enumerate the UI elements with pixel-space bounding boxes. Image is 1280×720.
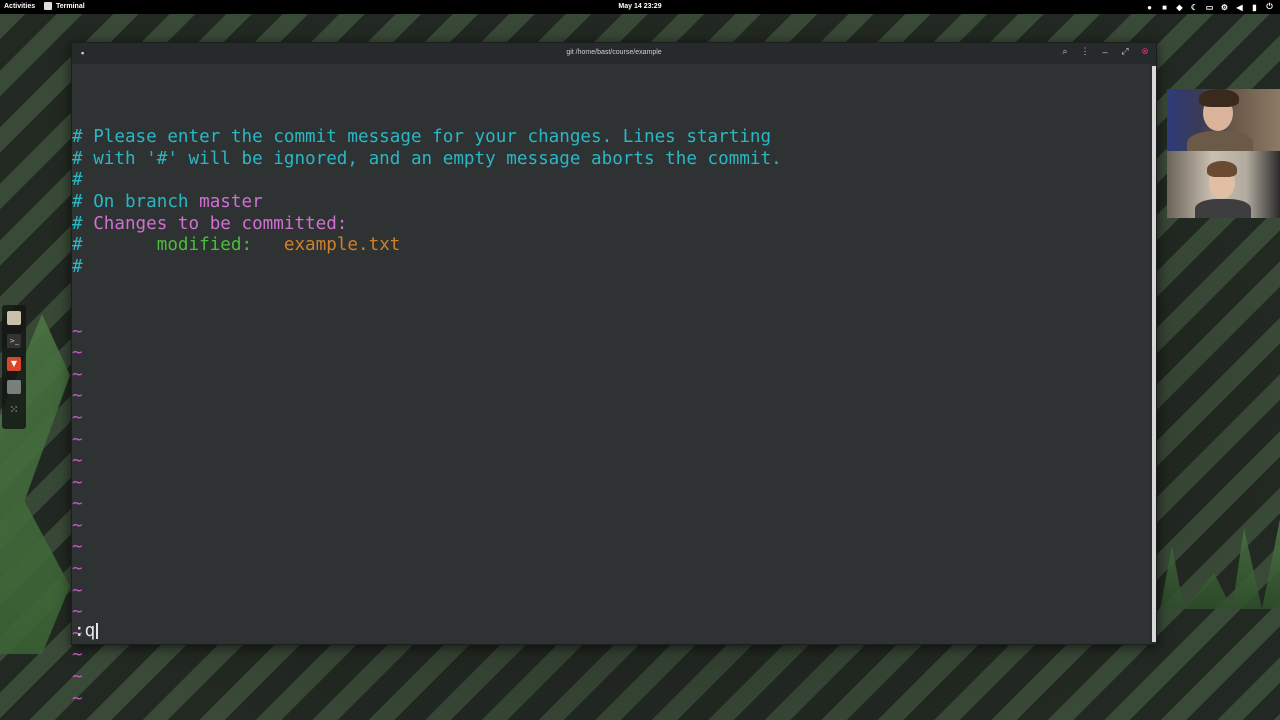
terminal-app-icon (44, 2, 52, 10)
dropbox-icon[interactable]: ◆ (1175, 3, 1184, 12)
line-segment: Changes to be committed: (93, 213, 348, 234)
files-icon[interactable] (7, 311, 21, 325)
battery-icon[interactable]: ▮ (1250, 3, 1259, 12)
trash-icon[interactable] (7, 380, 21, 394)
empty-line-marker: ~ (72, 321, 83, 342)
vim-command-text: :q (74, 621, 96, 642)
empty-line-marker: ~ (72, 343, 83, 364)
line-segment: # (72, 127, 94, 148)
app-menu-label: Terminal (56, 2, 85, 10)
empty-line-marker: ~ (72, 667, 83, 688)
location-icon[interactable]: ● (1145, 3, 1154, 12)
empty-line-marker: ~ (72, 537, 83, 558)
maximize-icon[interactable]: ⤢ (1120, 46, 1130, 57)
scrollbar-thumb[interactable] (1152, 66, 1156, 642)
line-segment: master (199, 191, 263, 212)
empty-line-marker: ~ (72, 580, 83, 601)
terminal-window[interactable]: ▪ git /home/bast/course/example ⌕ ⋮ – ⤢ … (71, 42, 1157, 709)
empty-line-marker: ~ (72, 472, 83, 493)
line-segment: modified: (156, 235, 253, 256)
brave-browser-icon[interactable]: ▼ (7, 357, 21, 371)
line-segment: # (72, 170, 83, 191)
clock[interactable]: May 14 23:29 (618, 3, 661, 10)
empty-line-marker: ~ (72, 386, 83, 407)
commit-template-line[interactable]: # with '#' will be ignored, and an empty… (72, 149, 1150, 171)
empty-buffer-lines: ~ ~ ~ ~ ~ ~ ~ ~ ~ ~ ~ ~ ~ ~ ~ ~ ~ ~ (72, 322, 1150, 711)
window-title: git /home/bast/course/example (566, 49, 662, 56)
empty-line-marker: ~ (72, 602, 83, 623)
line-segment: # (72, 213, 94, 234)
line-segment: Please enter the commit message for your… (93, 127, 772, 148)
webcam-overlay (1167, 89, 1280, 218)
empty-line-marker: ~ (72, 494, 83, 515)
settings-icon[interactable]: ⚙ (1220, 3, 1229, 12)
app-indicator-icon[interactable]: ■ (1160, 3, 1169, 12)
line-segment: On branch (93, 191, 200, 212)
line-segment: # (72, 148, 94, 169)
empty-line-marker: ~ (72, 451, 83, 472)
commit-template-line[interactable]: # Please enter the commit message for yo… (72, 127, 1150, 149)
volume-icon[interactable]: ◀ (1235, 3, 1244, 12)
webcam-feed-presenter-1 (1167, 89, 1280, 151)
night-light-icon[interactable]: ☾ (1190, 3, 1199, 12)
commit-message-buffer[interactable]: # Please enter the commit message for yo… (72, 127, 1150, 278)
minimize-icon[interactable]: – (1100, 47, 1110, 57)
terminal-icon[interactable]: >_ (7, 334, 21, 348)
power-icon[interactable]: ⏻ (1265, 2, 1274, 12)
search-icon[interactable]: ⌕ (1060, 46, 1070, 57)
line-segment: with '#' will be ignored, and an empty m… (93, 148, 782, 169)
empty-line-marker: ~ (72, 515, 83, 536)
top-bar: Activities Terminal May 14 23:29 ● ■ ◆ ☾… (0, 0, 1280, 14)
empty-line-marker: ~ (72, 559, 83, 580)
commit-template-line[interactable]: # On branch master (72, 192, 1150, 214)
webcam-feed-presenter-2 (1167, 151, 1280, 218)
line-segment: # (72, 191, 94, 212)
menu-kebab-icon[interactable]: ⋮ (1080, 46, 1090, 57)
text-cursor (96, 623, 99, 640)
empty-line-marker: ~ (72, 688, 83, 709)
close-icon[interactable]: ⊗ (1140, 46, 1150, 57)
line-segment: # (72, 235, 157, 256)
empty-line-marker: ~ (72, 429, 83, 450)
commit-template-line[interactable]: # (72, 170, 1150, 192)
commit-template-line[interactable]: # (72, 257, 1150, 279)
window-titlebar[interactable]: ▪ git /home/bast/course/example ⌕ ⋮ – ⤢ … (72, 43, 1156, 64)
empty-line-marker: ~ (72, 364, 83, 385)
app-menu[interactable]: Terminal (44, 2, 85, 10)
activities-button[interactable]: Activities (4, 3, 35, 10)
commit-template-line[interactable]: # modified: example.txt (72, 235, 1150, 257)
line-segment (252, 235, 284, 255)
empty-line-marker: ~ (72, 623, 83, 644)
dock: >_ ▼ ⁙ (2, 305, 26, 429)
vim-command-line[interactable]: :q (74, 621, 99, 643)
system-tray[interactable]: ● ■ ◆ ☾ ▭ ⚙ ◀ ▮ ⏻ (1145, 2, 1274, 12)
show-apps-grid-icon[interactable]: ⁙ (7, 403, 21, 417)
commit-template-line[interactable]: # Changes to be committed: (72, 214, 1150, 236)
empty-line-marker: ~ (72, 645, 83, 666)
vim-editor[interactable]: # Please enter the commit message for yo… (72, 64, 1150, 708)
wallpaper-decoration-right (1160, 519, 1280, 609)
line-segment: example.txt (283, 235, 401, 256)
screen-icon[interactable]: ▭ (1205, 3, 1214, 12)
empty-line-marker: ~ (72, 407, 83, 428)
line-segment: # (72, 256, 83, 277)
scrollbar[interactable] (1150, 64, 1156, 644)
